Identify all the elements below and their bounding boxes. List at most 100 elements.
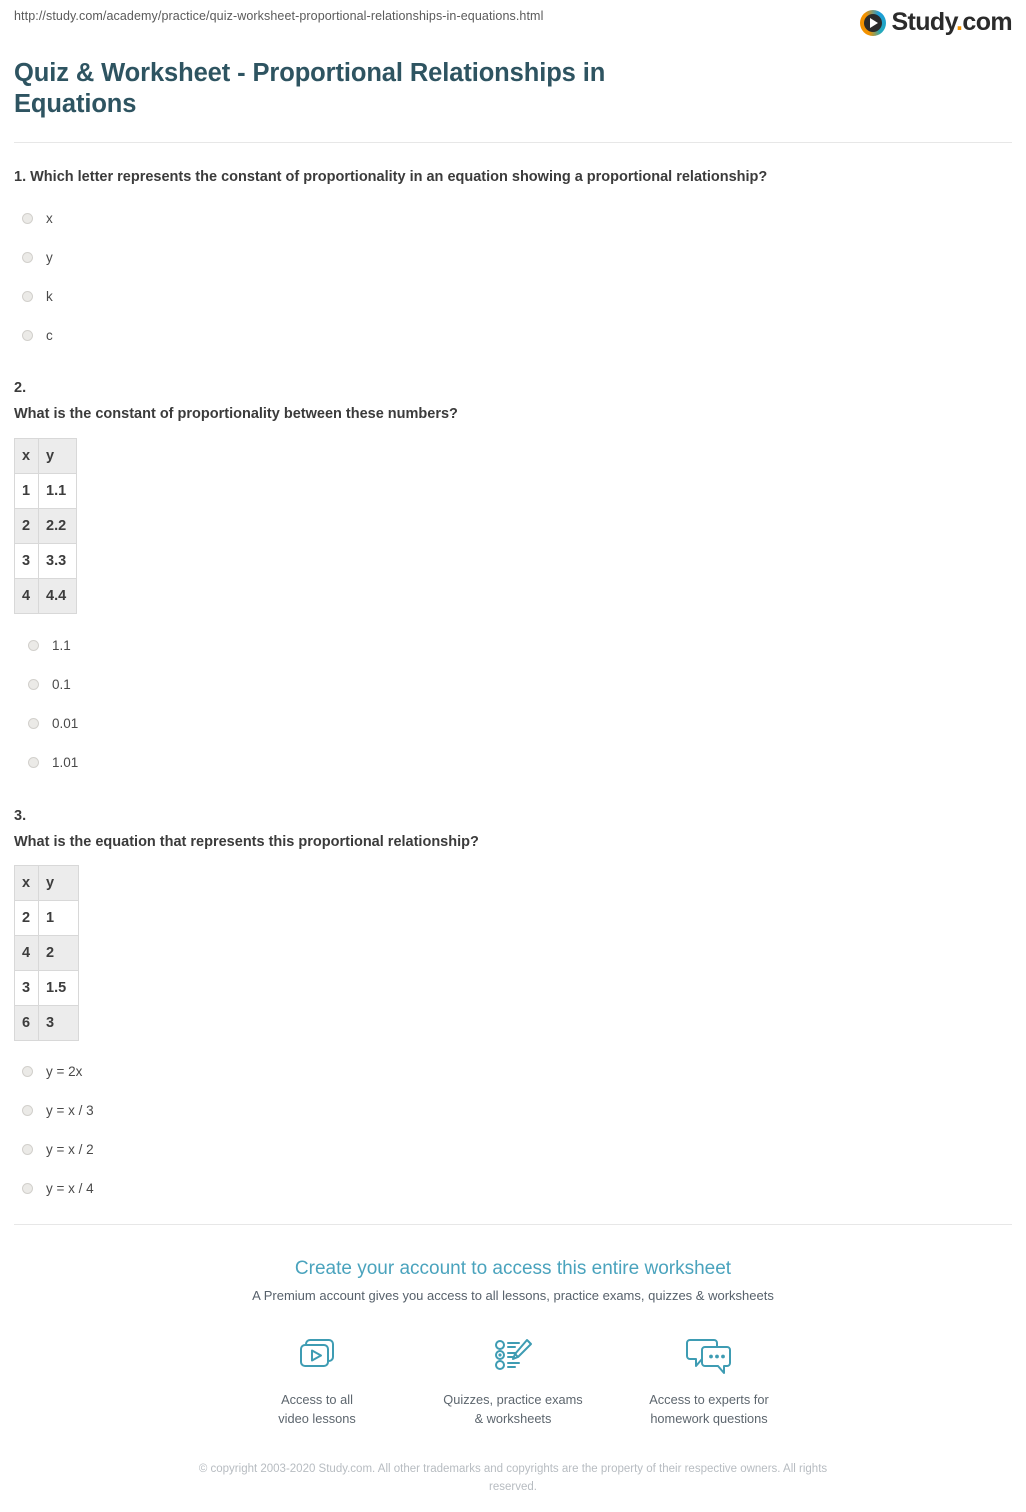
cell-x: 3 [14,542,39,579]
option-2-a[interactable]: 1.1 [14,626,1012,665]
question-1-options: x y k c [14,199,1012,355]
table-header-row: x y [14,437,77,474]
option-2-c[interactable]: 0.01 [14,704,1012,743]
worksheet-page: Quiz & Worksheet - Proportional Relation… [0,58,1026,1497]
table-header-row: x y [14,865,79,902]
title-divider [14,142,1012,144]
question-3-table: x y 2 1 4 2 3 1.5 6 3 [14,865,79,1042]
table-row: 1 1.1 [14,472,77,509]
option-label: y = x / 3 [46,1103,94,1119]
cell-x: 4 [14,935,39,972]
question-1-number: 1. [14,169,27,186]
cell-y: 4.4 [38,577,77,614]
chat-bubbles-icon [611,1330,807,1382]
option-label: x [46,210,53,226]
table-row: 3 3.3 [14,542,77,579]
feature-expert-help: Access to experts for homework questions [611,1330,807,1428]
table-header-y: y [38,437,77,474]
study-com-logo[interactable]: Study.com [860,8,1013,37]
option-3-d[interactable]: y = x / 4 [14,1169,1012,1208]
table-header-y: y [38,865,79,902]
radio-icon[interactable] [22,1183,33,1195]
question-2-text: What is the constant of proportionality … [14,405,458,422]
cell-x: 1 [14,472,39,509]
play-circle-icon [860,9,887,36]
option-label: c [46,327,53,343]
feature-quizzes-worksheets: Quizzes, practice exams & worksheets [415,1330,611,1428]
cell-x: 4 [14,577,39,614]
option-3-a[interactable]: y = 2x [14,1052,1012,1091]
table-row: 3 1.5 [14,970,79,1007]
option-label: k [46,288,53,304]
radio-icon[interactable] [28,717,39,729]
cell-x: 3 [14,970,39,1007]
cell-y: 1.1 [38,472,77,509]
question-3: 3. What is the equation that represents … [14,808,1012,1209]
option-label: 0.01 [52,715,79,731]
cell-x: 2 [14,507,39,544]
radio-icon[interactable] [22,1105,33,1117]
cell-y: 3 [38,1005,79,1042]
option-1-b[interactable]: y [14,238,1012,277]
question-3-text: What is the equation that represents thi… [14,833,479,850]
feature-list: Access to all video lessons Quizzes, pra… [14,1330,1012,1428]
table-row: 4 2 [14,935,79,972]
radio-icon[interactable] [22,1144,33,1156]
cell-y: 1 [38,900,79,937]
radio-icon[interactable] [28,639,39,651]
question-1: 1. Which letter represents the constant … [14,167,1012,355]
question-1-body: Which letter represents the constant of … [30,169,768,186]
question-3-options: y = 2x y = x / 3 y = x / 2 y = x / 4 [14,1052,1012,1208]
browser-top-bar: http://study.com/academy/practice/quiz-w… [0,0,1026,46]
option-3-b[interactable]: y = x / 3 [14,1091,1012,1130]
question-2-number: 2. [14,379,27,396]
feature-label: Quizzes, practice exams & worksheets [443,1392,583,1426]
radio-icon[interactable] [22,1066,33,1078]
table-row: 4 4.4 [14,577,77,614]
feature-video-lessons: Access to all video lessons [219,1330,415,1428]
cell-y: 3.3 [38,542,77,579]
option-1-a[interactable]: x [14,199,1012,238]
option-label: 1.01 [52,754,79,770]
radio-icon[interactable] [22,212,33,224]
quiz-checklist-pencil-icon [415,1330,611,1382]
copyright-text: © copyright 2003-2020 Study.com. All oth… [198,1463,828,1494]
feature-label: Access to all video lessons [278,1392,356,1426]
radio-icon[interactable] [28,756,39,768]
cell-y: 1.5 [38,970,79,1007]
question-2-table: x y 1 1.1 2 2.2 3 3.3 4 4.4 [14,437,77,614]
question-2: 2. What is the constant of proportionali… [14,380,1012,782]
question-3-number: 3. [14,807,27,824]
cell-x: 6 [14,1005,39,1042]
option-1-c[interactable]: k [14,277,1012,316]
radio-icon[interactable] [22,329,33,341]
logo-name: Study [891,8,957,36]
cell-x: 2 [14,900,39,937]
radio-icon[interactable] [22,251,33,263]
question-1-text: 1. Which letter represents the constant … [14,167,1012,189]
radio-icon[interactable] [22,290,33,302]
option-label: y = 2x [46,1064,83,1080]
option-1-d[interactable]: c [14,316,1012,355]
cell-y: 2.2 [38,507,77,544]
table-row: 2 2.2 [14,507,77,544]
question-2-options: 1.1 0.1 0.01 1.01 [14,626,1012,782]
cta-title[interactable]: Create your account to access this entir… [14,1258,1012,1281]
logo-wordmark: Study.com [891,8,1012,37]
video-lessons-icon [219,1330,415,1382]
option-label: 0.1 [52,676,71,692]
option-2-d[interactable]: 1.01 [14,743,1012,782]
option-label: y = x / 4 [46,1181,94,1197]
table-row: 6 3 [14,1005,79,1042]
cta-subtitle: A Premium account gives you access to al… [252,1288,774,1304]
option-label: y = x / 2 [46,1142,94,1158]
option-2-b[interactable]: 0.1 [14,665,1012,704]
radio-icon[interactable] [28,678,39,690]
page-title: Quiz & Worksheet - Proportional Relation… [14,59,606,119]
cta-divider [14,1224,1012,1226]
option-3-c[interactable]: y = x / 2 [14,1130,1012,1169]
feature-label: Access to experts for homework questions [649,1392,769,1426]
table-row: 2 1 [14,900,79,937]
cell-y: 2 [38,935,79,972]
option-label: 1.1 [52,637,71,653]
